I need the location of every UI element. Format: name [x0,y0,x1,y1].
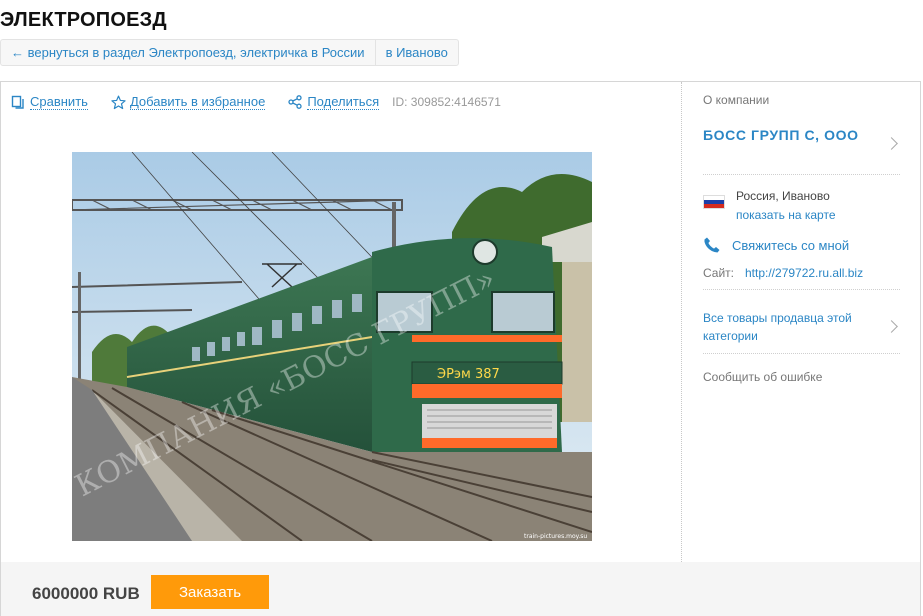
product-card: Сравнить Добавить в избранное Поделиться… [0,81,921,616]
russia-flag-icon [703,195,725,209]
product-toolbar: Сравнить Добавить в избранное Поделиться… [11,93,501,111]
product-photo[interactable]: ЭРэм 387 КОМПАНИЯ «БОСС ГРУПП» train-pic… [72,152,592,541]
divider [703,289,900,290]
product-price: 6000000 RUB [32,584,140,603]
report-error-link[interactable]: Сообщить об ошибке [703,370,822,384]
share-button[interactable]: Поделиться [288,93,380,110]
photo-credit: train-pictures.moy.su [524,533,587,540]
company-name-link[interactable]: БОСС ГРУПП С, ООО [703,125,883,145]
share-icon [288,95,302,109]
chevron-right-icon[interactable] [885,137,898,150]
compare-icon [11,95,25,109]
all-seller-goods-link[interactable]: Все товары продавца этой категории [703,309,873,345]
breadcrumb: ← вернуться в раздел Электропоезд, элект… [0,39,459,66]
company-sidebar: О компании БОСС ГРУПП С, ООО Россия, Ива… [682,82,921,562]
chevron-right-icon[interactable] [885,320,898,333]
compare-button[interactable]: Сравнить [11,93,88,110]
purchase-bar: 6000000 RUB Заказать [1,562,920,616]
site-label: Сайт: [703,266,735,280]
favorite-label: Добавить в избранное [129,93,266,110]
star-icon [111,95,126,110]
show-on-map-link[interactable]: показать на карте [736,208,836,222]
contact-seller-link[interactable]: Свяжитесь со мной [732,238,849,253]
product-main: Сравнить Добавить в избранное Поделиться… [1,82,682,562]
compare-label: Сравнить [30,93,88,110]
product-id: ID: 309852:4146571 [392,95,501,109]
page-title: ЭЛЕКТРОПОЕЗД [0,9,167,31]
company-site-link[interactable]: http://279722.ru.all.biz [745,266,863,280]
city-filter-link[interactable]: в Иваново [374,40,458,65]
divider [703,174,900,175]
company-location: Россия, Иваново [736,189,830,203]
sidebar-heading: О компании [703,93,770,107]
divider [703,353,900,354]
phone-icon [703,236,721,254]
train-number-plate: ЭРэм 387 [437,367,500,382]
back-to-section-link[interactable]: ← вернуться в раздел Электропоезд, элект… [1,40,375,65]
order-button[interactable]: Заказать [151,575,269,609]
share-label: Поделиться [307,93,380,110]
add-to-favorites-button[interactable]: Добавить в избранное [111,93,266,110]
